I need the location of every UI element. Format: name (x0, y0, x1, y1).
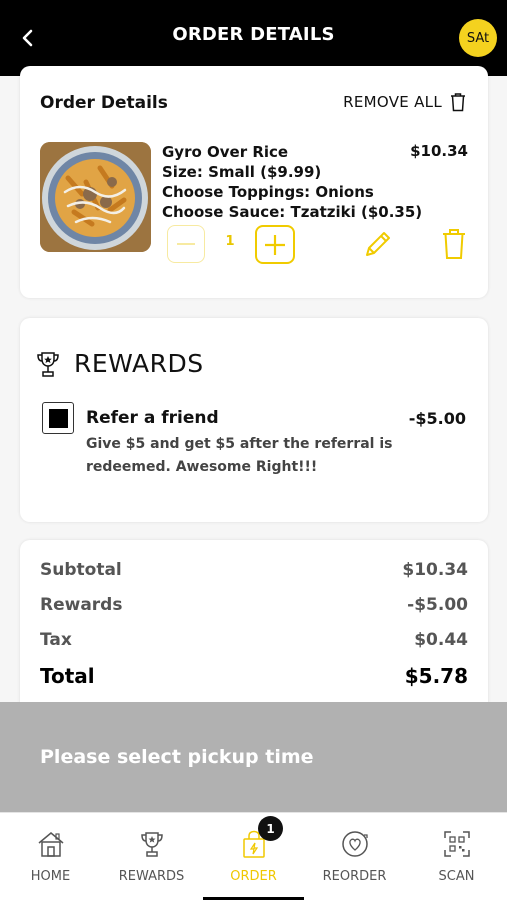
rewards-card: REWARDS Refer a friend Give $5 and get $… (20, 318, 488, 522)
subtotal-label: Subtotal (40, 560, 122, 580)
item-name: Gyro Over Rice (162, 143, 289, 161)
bottom-tab-bar: HOME REWARDS ORDER REORDER SCAN (0, 812, 507, 900)
reward-amount: -$5.00 (408, 409, 466, 428)
rewards-row: Rewards -$5.00 (40, 595, 468, 615)
qr-scan-icon (444, 831, 470, 857)
rewards-label: Rewards (40, 595, 123, 615)
rewards-heading: REWARDS (74, 349, 204, 378)
app-header: ORDER DETAILS SAt (0, 0, 507, 76)
refer-friend-checkbox[interactable] (42, 402, 74, 434)
tab-rewards-label: REWARDS (118, 869, 185, 884)
trophy-icon (37, 352, 59, 377)
avatar[interactable]: SAt (459, 19, 497, 57)
increase-quantity-button[interactable] (255, 225, 295, 264)
tax-label: Tax (40, 630, 72, 650)
order-item-details: Gyro Over Rice Size: Small ($9.99) Choos… (162, 142, 422, 222)
rewards-value: -$5.00 (407, 595, 468, 615)
pencil-icon (366, 232, 390, 256)
delete-item-button[interactable] (439, 227, 469, 261)
tax-value: $0.44 (414, 630, 468, 650)
subtotal-value: $10.34 (402, 560, 468, 580)
item-price: $10.34 (410, 142, 468, 160)
order-details-heading: Order Details (40, 93, 168, 113)
tab-reorder[interactable]: REORDER (304, 813, 405, 900)
decrease-quantity-button[interactable] (167, 225, 205, 263)
total-row: Total $5.78 (40, 664, 468, 688)
tab-order-label: ORDER (230, 869, 277, 884)
trash-icon (451, 93, 465, 112)
order-count-badge: 1 (258, 816, 283, 841)
total-label: Total (40, 664, 95, 688)
order-details-card: Order Details REMOVE ALL Gyro Over Rice … (20, 66, 488, 298)
page-title: ORDER DETAILS (172, 24, 335, 45)
quantity-value: 1 (225, 234, 235, 249)
edit-item-button[interactable] (361, 227, 395, 261)
tab-order[interactable]: ORDER (203, 813, 304, 900)
trophy-icon (141, 832, 163, 857)
item-toppings: Choose Toppings: Onions (162, 183, 374, 201)
reward-title: Refer a friend (86, 408, 219, 428)
reward-description: Give $5 and get $5 after the referral is… (86, 436, 393, 475)
select-pickup-time-button[interactable]: Please select pickup time (0, 702, 507, 812)
item-size: Size: Small ($9.99) (162, 163, 322, 181)
plus-icon (265, 234, 285, 255)
tab-rewards[interactable]: REWARDS (101, 813, 202, 900)
minus-icon (177, 243, 195, 245)
trash-icon (443, 229, 465, 259)
tab-reorder-label: REORDER (322, 869, 387, 884)
remove-all-button[interactable]: REMOVE ALL (343, 92, 466, 112)
tax-row: Tax $0.44 (40, 630, 468, 650)
total-value: $5.78 (404, 664, 468, 688)
checkbox-checked-indicator (48, 408, 68, 428)
food-image (40, 142, 151, 252)
pickup-time-label: Please select pickup time (40, 746, 314, 768)
tab-home[interactable]: HOME (0, 813, 101, 900)
remove-all-label: REMOVE ALL (343, 93, 442, 111)
reorder-heart-icon (342, 831, 368, 857)
tab-scan[interactable]: SCAN (406, 813, 507, 900)
home-icon (38, 832, 64, 857)
item-sauce: Choose Sauce: Tzatziki ($0.35) (162, 203, 423, 221)
subtotal-row: Subtotal $10.34 (40, 560, 468, 580)
tab-scan-label: SCAN (438, 869, 475, 884)
tab-home-label: HOME (30, 869, 71, 884)
